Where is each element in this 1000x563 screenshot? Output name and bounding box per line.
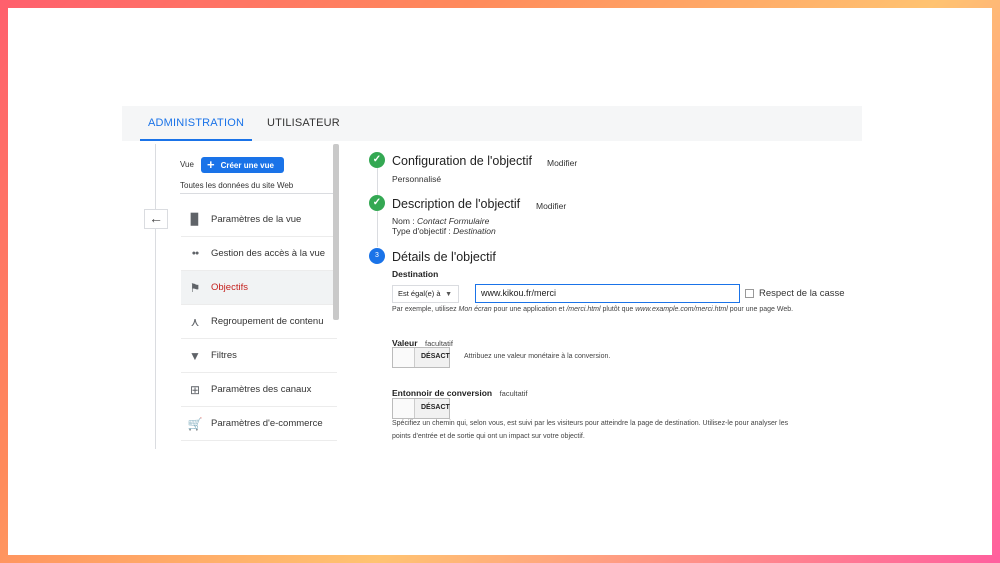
sidebar-item[interactable]: ●● Gestion des accès à la vue <box>181 237 337 271</box>
sidebar-item-label: Paramètres de la vue <box>211 214 302 225</box>
case-sensitive-label: Respect de la casse <box>759 288 845 299</box>
merge-icon: ⋏ <box>190 315 200 329</box>
step-connector <box>377 168 378 196</box>
hint-example: www.example.com/merci.html <box>635 306 728 313</box>
step2-title: Description de l'objectif <box>392 197 521 211</box>
value-toggle-state: DÉSACT <box>421 353 450 360</box>
create-view-label: Créer une vue <box>220 161 274 170</box>
step-number-badge: 3 <box>369 248 385 264</box>
value-toggle[interactable]: DÉSACT <box>392 347 450 368</box>
tab-bar: ADMINISTRATION UTILISATEUR <box>122 106 862 141</box>
step3-title: Détails de l'objectif <box>392 250 496 264</box>
sidebar-divider <box>155 144 156 449</box>
back-button[interactable]: ← <box>144 209 168 229</box>
hint-text: plutôt que <box>600 306 636 313</box>
toggle-knob <box>393 348 415 367</box>
cart-icon: 🛒 <box>187 417 203 431</box>
case-sensitive-checkbox[interactable] <box>745 289 754 298</box>
funnel-hint-line2: points d'entrée et de sortie qui ont un … <box>392 433 585 440</box>
funnel-toggle-state: DÉSACT <box>421 404 450 411</box>
toggle-knob <box>393 399 415 418</box>
step1-title: Configuration de l'objectif <box>392 154 532 168</box>
hint-text: pour une page Web. <box>727 306 794 313</box>
goal-name: Nom : Contact Formulaire <box>392 216 489 226</box>
tab-utilisateur[interactable]: UTILISATEUR <box>259 106 348 141</box>
hint-text: pour une application et <box>491 306 567 313</box>
sidebar-item[interactable]: ⊞ Paramètres des canaux <box>181 373 337 407</box>
sidebar-item-label: Regroupement de contenu <box>211 316 324 327</box>
funnel-toggle[interactable]: DÉSACT <box>392 398 450 419</box>
check-icon: ✓ <box>369 195 385 211</box>
filter-icon: ▼ <box>189 349 201 363</box>
sidebar-item-label: Paramètres des canaux <box>211 384 312 395</box>
destination-hint: Par exemple, utilisez Mon écran pour une… <box>392 306 793 313</box>
match-type-value: Est égal(e) à <box>398 289 441 298</box>
sidebar-item[interactable]: ▼ Filtres <box>181 339 337 373</box>
funnel-hint-line1: Spécifiez un chemin qui, selon vous, est… <box>392 420 789 427</box>
destination-url-input[interactable]: www.kikou.fr/merci <box>475 284 740 303</box>
flag-icon: ⚑ <box>189 281 201 295</box>
goal-type: Type d'objectif : Destination <box>392 226 496 236</box>
sidebar-item-label: Paramètres d'e-commerce <box>211 418 323 429</box>
funnel-label: Entonnoir de conversion <box>392 388 493 398</box>
sidebar-item-label: Gestion des accès à la vue <box>211 248 326 259</box>
sidebar-item[interactable]: ⋏ Regroupement de contenu <box>181 305 337 339</box>
caret-down-icon: ▼ <box>445 291 452 298</box>
sidebar-item[interactable]: ⚑ Objectifs <box>181 271 337 305</box>
step-connector <box>377 211 378 247</box>
tab-administration[interactable]: ADMINISTRATION <box>140 106 253 141</box>
plus-icon: + <box>207 157 215 172</box>
step1-value: Personnalisé <box>392 174 442 184</box>
document-icon: ▉ <box>190 214 200 226</box>
sidebar-item[interactable]: 🛒 Paramètres d'e-commerce <box>181 407 337 441</box>
destination-label: Destination <box>392 269 439 279</box>
goal-type-label: Type d'objectif : <box>392 226 451 236</box>
sidebar-scrollbar[interactable] <box>333 144 339 320</box>
create-view-button[interactable]: + Créer une vue <box>201 157 284 173</box>
match-type-select[interactable]: Est égal(e) à ▼ <box>392 285 459 303</box>
view-label: Vue <box>180 160 194 169</box>
arrow-left-icon: ← <box>149 210 163 226</box>
sidebar-item[interactable]: ▉ Paramètres de la vue <box>181 203 337 237</box>
hint-text: Par exemple, utilisez <box>392 306 459 313</box>
goal-name-value: Contact Formulaire <box>417 216 490 226</box>
sidebar-item-label: Filtres <box>211 350 237 361</box>
hint-example: Mon écran <box>458 306 492 313</box>
people-icon: ●● <box>191 250 199 257</box>
divider <box>180 193 336 194</box>
funnel-optional: facultatif <box>499 389 528 398</box>
value-hint: Attribuez une valeur monétaire à la conv… <box>464 353 611 360</box>
view-subtitle: Toutes les données du site Web <box>180 181 294 190</box>
goal-type-value: Destination <box>453 226 496 236</box>
step2-modify-link[interactable]: Modifier <box>536 201 566 211</box>
check-icon: ✓ <box>369 152 385 168</box>
goal-name-label: Nom : <box>392 216 415 226</box>
sidebar-item-label: Objectifs <box>211 282 248 293</box>
hint-example: /merci.html <box>566 306 601 313</box>
channels-icon: ⊞ <box>189 383 201 397</box>
step1-modify-link[interactable]: Modifier <box>547 158 577 168</box>
